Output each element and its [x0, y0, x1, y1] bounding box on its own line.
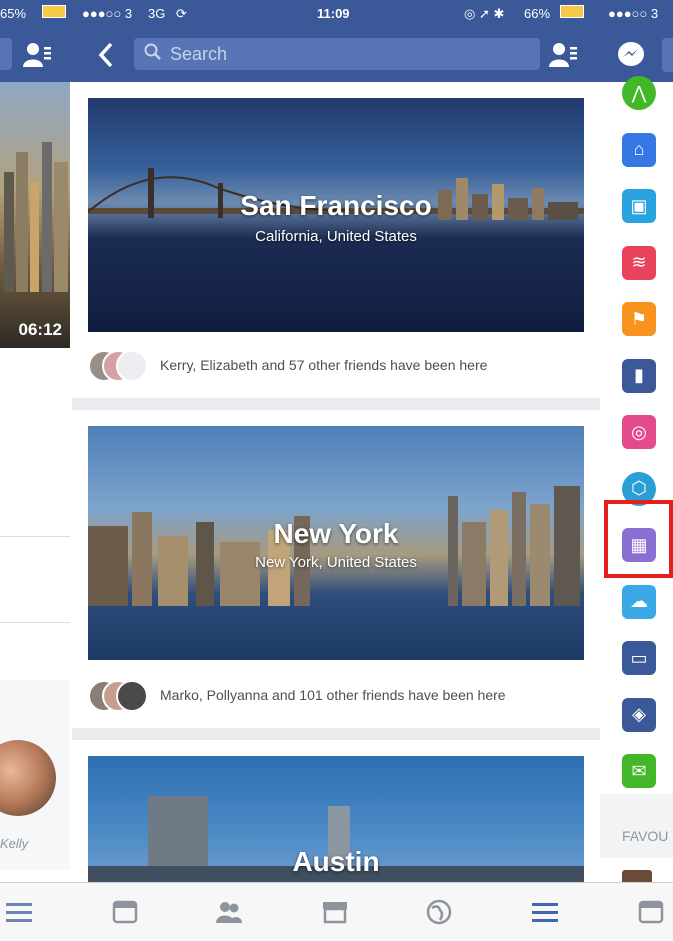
- right-carrier-text: ●●●○○ 3: [608, 6, 659, 21]
- discover-icon[interactable]: ✉: [622, 754, 656, 788]
- messenger-icon[interactable]: [614, 38, 648, 72]
- left-divider-2: [0, 622, 70, 623]
- clock: 11:09: [317, 6, 350, 21]
- friends-row-new-york[interactable]: Marko, Pollyanna and 101 other friends h…: [88, 678, 584, 712]
- friends-been-here-text: Marko, Pollyanna and 101 other friends h…: [160, 687, 506, 703]
- left-battery-text: 65%: [0, 6, 27, 21]
- friends-row-san-francisco[interactable]: Kerry, Elizabeth and 57 other friends ha…: [88, 348, 584, 382]
- globe-tab-icon[interactable]: [424, 897, 454, 927]
- marketplace-tab-icon[interactable]: [320, 897, 350, 927]
- friends-been-here-text: Kerry, Elizabeth and 57 other friends ha…: [160, 357, 488, 373]
- search-icon: [144, 43, 162, 66]
- battery-icon: [560, 5, 584, 18]
- carrier-text: ●●●○○ 3: [82, 6, 133, 21]
- left-battery-icon: [42, 5, 66, 18]
- home-icon[interactable]: ⌂: [622, 132, 656, 167]
- back-arrow-icon[interactable]: [92, 38, 120, 72]
- friend-face-3: [116, 680, 148, 712]
- contact-card-icon[interactable]: ▣: [622, 189, 656, 223]
- places-feed: San Francisco California, United States …: [72, 82, 600, 882]
- friend-faces: [88, 680, 160, 712]
- favourite-app-icon[interactable]: [622, 870, 652, 882]
- flag-icon[interactable]: ⚑: [622, 302, 656, 336]
- place-subtitle: California, United States: [255, 228, 417, 245]
- right-search-field-edge[interactable]: [662, 38, 673, 72]
- news-feed-tab-icon[interactable]: [110, 897, 140, 927]
- tv-icon[interactable]: ▭: [622, 641, 656, 675]
- left-divider-1: [0, 536, 70, 537]
- news-feed-tab-icon-2[interactable]: [636, 897, 666, 927]
- search-input[interactable]: Search: [134, 38, 540, 70]
- menu-tab-icon-active[interactable]: [530, 897, 560, 927]
- network-text: 3G: [148, 6, 166, 21]
- place-subtitle: New York, United States: [255, 554, 417, 571]
- status-bar: 65% ●●●○○ 3 3G ⟳ 11:09 ◎ ➚ ✱ 66% ●●●○○ 3: [0, 0, 673, 28]
- left-search-field-edge[interactable]: [0, 38, 12, 70]
- status-icons: ◎ ➚ ✱: [464, 6, 505, 21]
- place-title: Austin: [292, 846, 380, 877]
- moves-app-icon[interactable]: ⋀: [622, 76, 656, 110]
- right-app-menu: ⋀ ⌂ ▣ ≋ ⚑ ▮ ◎ ⬡ ▦ ☁ ▭ ◈ ✉: [600, 76, 673, 882]
- new-york-photo: New York New York, United States: [88, 426, 584, 660]
- place-title: New York: [273, 518, 399, 549]
- friend-faces: [88, 350, 160, 382]
- austin-photo: Austin: [88, 756, 584, 882]
- weather-icon[interactable]: ☁: [622, 584, 656, 619]
- favourites-header: [600, 794, 673, 858]
- target-icon[interactable]: ◎: [622, 415, 656, 449]
- feed-divider-1: [72, 398, 600, 410]
- place-title: San Francisco: [240, 190, 432, 221]
- sync-icon: ⟳: [176, 6, 187, 21]
- friend-name: Kelly: [0, 836, 29, 851]
- san-francisco-photo: San Francisco California, United States: [88, 98, 584, 332]
- feed-divider-2: [72, 728, 600, 740]
- bottom-tab-bar: [0, 882, 673, 941]
- battery-text: 66%: [524, 6, 551, 21]
- wifi-icon[interactable]: ≋: [622, 245, 656, 280]
- navigation-bar: Search: [0, 28, 673, 82]
- left-video-thumbnail[interactable]: 06:12: [0, 82, 70, 348]
- friend-face-3: [116, 350, 148, 382]
- search-placeholder: Search: [170, 43, 228, 64]
- friend-requests-icon-2[interactable]: [546, 38, 580, 72]
- video-duration: 06:12: [18, 320, 62, 339]
- highlight-box: [604, 500, 673, 578]
- bookmark-icon[interactable]: ▮: [622, 358, 656, 393]
- favourites-label: FAVOU: [622, 828, 669, 844]
- cube-icon[interactable]: ◈: [622, 697, 656, 732]
- menu-tab-icon[interactable]: [4, 897, 34, 927]
- friend-requests-icon[interactable]: [20, 38, 54, 72]
- friends-tab-icon[interactable]: [214, 897, 244, 927]
